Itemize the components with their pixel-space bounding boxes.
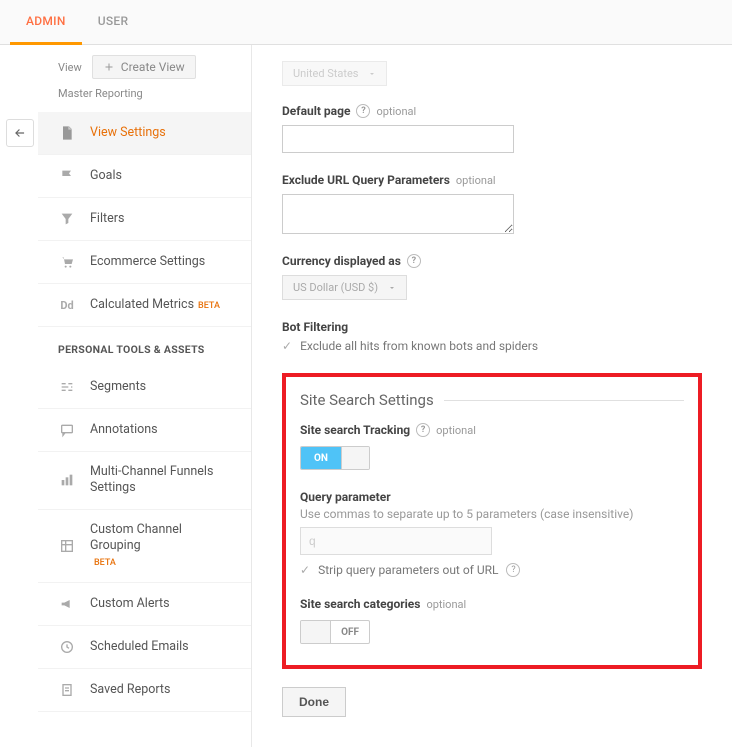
nav-label: Calculated MetricsBETA — [90, 297, 235, 313]
query-parameter-input[interactable] — [300, 527, 492, 555]
view-label: View — [58, 61, 82, 74]
nav-view-settings[interactable]: View Settings — [38, 112, 251, 155]
exclude-params-input[interactable] — [282, 194, 514, 234]
nav-saved-reports[interactable]: Saved Reports — [38, 669, 251, 712]
nav-calculated-metrics[interactable]: Dd Calculated MetricsBETA — [38, 284, 251, 327]
site-search-highlight: Site Search Settings Site search Trackin… — [282, 373, 702, 669]
query-parameter-hint: Use commas to separate up to 5 parameter… — [300, 507, 684, 521]
master-reporting-label: Master Reporting — [38, 87, 251, 112]
sidebar: View Create View Master Reporting View S… — [38, 45, 252, 747]
site-search-categories-toggle[interactable]: OFF — [300, 620, 370, 644]
nav-segments[interactable]: Segments — [38, 366, 251, 409]
currency-label: Currency displayed as ? — [282, 254, 421, 268]
clock-icon — [58, 638, 76, 656]
chevron-down-icon — [388, 284, 396, 292]
nav-ecommerce-settings[interactable]: Ecommerce Settings — [38, 241, 251, 284]
flag-icon — [58, 167, 76, 185]
top-tabs: ADMIN USER — [0, 0, 732, 45]
nav-label: Filters — [90, 211, 235, 227]
strip-params-label: Strip query parameters out of URL — [318, 563, 498, 577]
segments-icon — [58, 378, 76, 396]
bot-checkbox-label: Exclude all hits from known bots and spi… — [300, 339, 538, 353]
help-icon[interactable]: ? — [407, 254, 421, 268]
help-icon[interactable]: ? — [506, 563, 520, 577]
site-search-tracking-toggle[interactable]: ON — [300, 446, 370, 470]
nav-label: Goals — [90, 168, 235, 184]
back-button[interactable] — [6, 119, 34, 147]
cart-icon — [58, 253, 76, 271]
bars-icon — [58, 471, 76, 489]
nav-label: Segments — [90, 379, 235, 395]
check-icon[interactable]: ✓ — [282, 339, 292, 353]
megaphone-icon — [58, 595, 76, 613]
help-icon[interactable]: ? — [416, 423, 430, 437]
tab-admin[interactable]: ADMIN — [10, 0, 82, 45]
query-parameter-label: Query parameter — [300, 490, 391, 504]
nav-custom-alerts[interactable]: Custom Alerts — [38, 583, 251, 626]
nav-label: Multi-Channel Funnels Settings — [90, 464, 235, 497]
nav-label: Annotations — [90, 422, 235, 438]
section-personal-tools: PERSONAL TOOLS & ASSETS — [38, 327, 251, 366]
content-panel: United States Default page ? optional Ex… — [252, 45, 732, 747]
funnel-icon — [58, 210, 76, 228]
check-icon[interactable]: ✓ — [300, 563, 310, 577]
default-page-label: Default page ? optional — [282, 104, 416, 118]
chevron-down-icon — [368, 70, 376, 78]
site-search-tracking-label: Site search Tracking ? optional — [300, 423, 476, 437]
chat-icon — [58, 421, 76, 439]
dd-icon: Dd — [58, 296, 76, 314]
document-icon — [58, 124, 76, 142]
site-search-categories-label: Site search categories optional — [300, 597, 466, 611]
nav-goals[interactable]: Goals — [38, 155, 251, 198]
grouping-icon — [58, 537, 76, 555]
toggle-on-label: ON — [301, 447, 341, 469]
create-view-label: Create View — [121, 60, 185, 74]
nav-label: View Settings — [90, 125, 235, 141]
create-view-button[interactable]: Create View — [92, 55, 196, 79]
nav-label: Ecommerce Settings — [90, 254, 235, 270]
site-search-title: Site Search Settings — [300, 391, 684, 409]
exclude-params-label: Exclude URL Query Parameters optional — [282, 173, 496, 187]
currency-selected: US Dollar (USD $) — [293, 281, 378, 294]
nav-custom-channel-grouping[interactable]: Custom Channel GroupingBETA — [38, 510, 251, 584]
country-select[interactable]: United States — [282, 61, 387, 86]
nav-annotations[interactable]: Annotations — [38, 409, 251, 452]
arrow-left-icon — [13, 126, 27, 140]
beta-badge: BETA — [94, 558, 116, 568]
nav-label: Custom Alerts — [90, 596, 235, 612]
done-button[interactable]: Done — [282, 687, 346, 717]
document-icon — [58, 681, 76, 699]
bot-filtering-label: Bot Filtering — [282, 320, 348, 334]
help-icon[interactable]: ? — [356, 104, 370, 118]
nav-filters[interactable]: Filters — [38, 198, 251, 241]
nav-scheduled-emails[interactable]: Scheduled Emails — [38, 626, 251, 669]
beta-badge: BETA — [198, 301, 220, 311]
tab-user[interactable]: USER — [82, 0, 145, 44]
nav-multichannel-funnels[interactable]: Multi-Channel Funnels Settings — [38, 452, 251, 510]
default-page-input[interactable] — [282, 125, 514, 153]
plus-icon — [103, 61, 115, 73]
nav-label: Saved Reports — [90, 682, 235, 698]
nav-label: Scheduled Emails — [90, 639, 235, 655]
toggle-off-label: OFF — [331, 621, 369, 643]
currency-select[interactable]: US Dollar (USD $) — [282, 275, 407, 300]
nav-label: Custom Channel GroupingBETA — [90, 522, 235, 571]
country-selected: United States — [293, 67, 358, 80]
